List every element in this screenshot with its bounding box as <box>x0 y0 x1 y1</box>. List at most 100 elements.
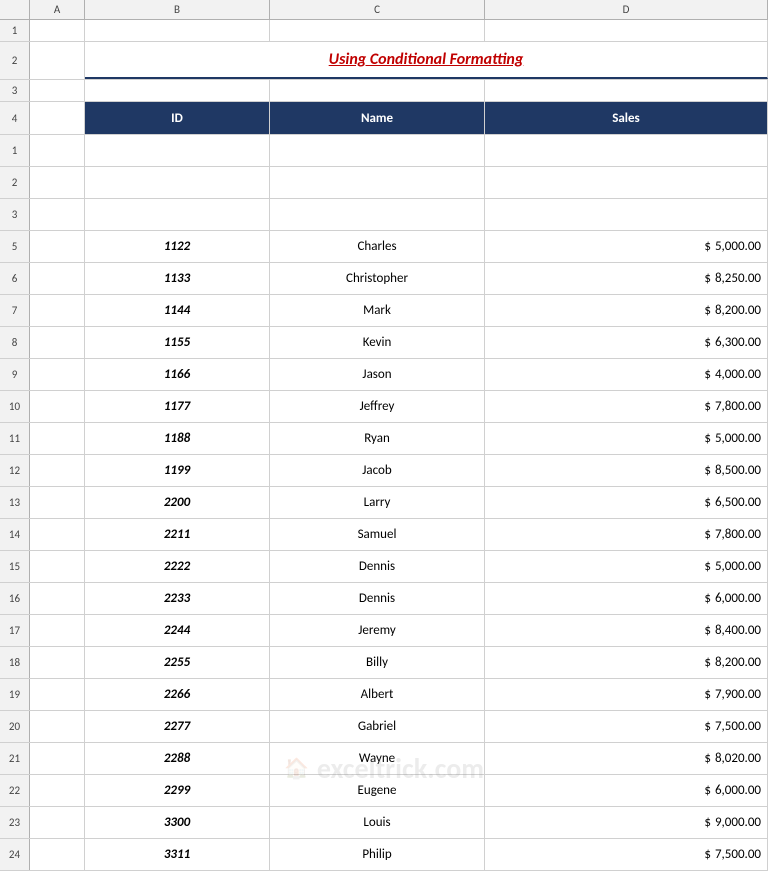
dollar-sign: $ <box>704 559 711 574</box>
table-row: 5 1122 Charles $ 5,000.00 <box>0 231 768 263</box>
cell-sales: $ 8,020.00 <box>485 743 768 774</box>
cell-sales: $ 8,250.00 <box>485 263 768 294</box>
dollar-sign: $ <box>704 239 711 254</box>
dollar-sign: $ <box>704 367 711 382</box>
cell-id <box>85 135 270 166</box>
cell-name: Billy <box>270 647 485 678</box>
table-row: 14 2211 Samuel $ 7,800.00 <box>0 519 768 551</box>
cell-a <box>30 263 85 294</box>
cell-name: Jeffrey <box>270 391 485 422</box>
row-num: 20 <box>0 711 30 742</box>
table-row: 22 2299 Eugene $ 6,000.00 <box>0 775 768 807</box>
sales-amount: 7,500.00 <box>715 847 761 862</box>
cell-a <box>30 359 85 390</box>
sales-amount: 8,400.00 <box>715 623 761 638</box>
cell-name: Philip <box>270 839 485 870</box>
row-num: 18 <box>0 647 30 678</box>
cell-a <box>30 231 85 262</box>
cell-a <box>30 711 85 742</box>
row-num: 23 <box>0 807 30 838</box>
cell-sales: $ 6,500.00 <box>485 487 768 518</box>
cell-id: 1199 <box>85 455 270 486</box>
table-row: 17 2244 Jeremy $ 8,400.00 <box>0 615 768 647</box>
spreadsheet-title: Using Conditional Formatting <box>329 50 524 69</box>
cell-id: 2244 <box>85 615 270 646</box>
table-row: 10 1177 Jeffrey $ 7,800.00 <box>0 391 768 423</box>
cell-1c <box>270 20 485 41</box>
row-num: 14 <box>0 519 30 550</box>
col-header-d: D <box>485 0 768 19</box>
cell-name: Gabriel <box>270 711 485 742</box>
table-row: 13 2200 Larry $ 6,500.00 <box>0 487 768 519</box>
table-row: 20 2277 Gabriel $ 7,500.00 <box>0 711 768 743</box>
cell-id: 1155 <box>85 327 270 358</box>
cell-a <box>30 519 85 550</box>
sales-amount: 4,000.00 <box>715 367 761 382</box>
table-row: 2 <box>0 167 768 199</box>
cell-id <box>85 199 270 230</box>
cell-name: Larry <box>270 487 485 518</box>
cell-a <box>30 615 85 646</box>
cell-a <box>30 167 85 198</box>
table-row: 12 1199 Jacob $ 8,500.00 <box>0 455 768 487</box>
cell-id: 2255 <box>85 647 270 678</box>
cell-id: 1144 <box>85 295 270 326</box>
row-num: 22 <box>0 775 30 806</box>
dollar-sign: $ <box>704 751 711 766</box>
cell-sales: $ 6,000.00 <box>485 775 768 806</box>
cell-id: 2299 <box>85 775 270 806</box>
sales-amount: 5,000.00 <box>715 559 761 574</box>
cell-id: 1166 <box>85 359 270 390</box>
cell-a <box>30 775 85 806</box>
spreadsheet: A B C D 1 2 Using Conditional Formatting… <box>0 0 768 846</box>
cell-sales: $ 7,500.00 <box>485 711 768 742</box>
row-num-2: 2 <box>0 42 30 79</box>
cell-id: 2222 <box>85 551 270 582</box>
cell-sales: $ 7,500.00 <box>485 839 768 870</box>
row-num: 19 <box>0 679 30 710</box>
id-header: ID <box>171 111 183 126</box>
cell-1b <box>85 20 270 41</box>
sales-amount: 6,000.00 <box>715 591 761 606</box>
cell-name: Jason <box>270 359 485 390</box>
cell-id: 3300 <box>85 807 270 838</box>
row-num: 2 <box>0 167 30 198</box>
dollar-sign: $ <box>704 591 711 606</box>
cell-sales <box>485 135 768 166</box>
cell-name: Louis <box>270 807 485 838</box>
row-num: 15 <box>0 551 30 582</box>
cell-a <box>30 423 85 454</box>
cell-a <box>30 647 85 678</box>
row-num-3: 3 <box>0 80 30 101</box>
sales-amount: 8,250.00 <box>715 271 761 286</box>
cell-3c <box>270 80 485 101</box>
row-num: 10 <box>0 391 30 422</box>
dollar-sign: $ <box>704 527 711 542</box>
dollar-sign: $ <box>704 719 711 734</box>
cell-sales: $ 7,900.00 <box>485 679 768 710</box>
cell-id: 2200 <box>85 487 270 518</box>
cell-name: Jacob <box>270 455 485 486</box>
table-row: 11 1188 Ryan $ 5,000.00 <box>0 423 768 455</box>
cell-id: 2233 <box>85 583 270 614</box>
sales-amount: 8,200.00 <box>715 303 761 318</box>
cell-name: Samuel <box>270 519 485 550</box>
table-row: 6 1133 Christopher $ 8,250.00 <box>0 263 768 295</box>
dollar-sign: $ <box>704 495 711 510</box>
cell-sales: $ 5,000.00 <box>485 423 768 454</box>
sales-amount: 7,500.00 <box>715 719 761 734</box>
dollar-sign: $ <box>704 271 711 286</box>
cell-3a <box>30 80 85 101</box>
cell-sales: $ 7,800.00 <box>485 519 768 550</box>
table-row: 8 1155 Kevin $ 6,300.00 <box>0 327 768 359</box>
sales-amount: 6,000.00 <box>715 783 761 798</box>
cell-a <box>30 135 85 166</box>
dollar-sign: $ <box>704 431 711 446</box>
cell-sales: $ 4,000.00 <box>485 359 768 390</box>
sales-amount: 6,300.00 <box>715 335 761 350</box>
cell-name: Dennis <box>270 551 485 582</box>
row-2: 2 Using Conditional Formatting <box>0 42 768 80</box>
cell-name: Eugene <box>270 775 485 806</box>
col-header-b: B <box>85 0 270 19</box>
col-header-c: C <box>270 0 485 19</box>
